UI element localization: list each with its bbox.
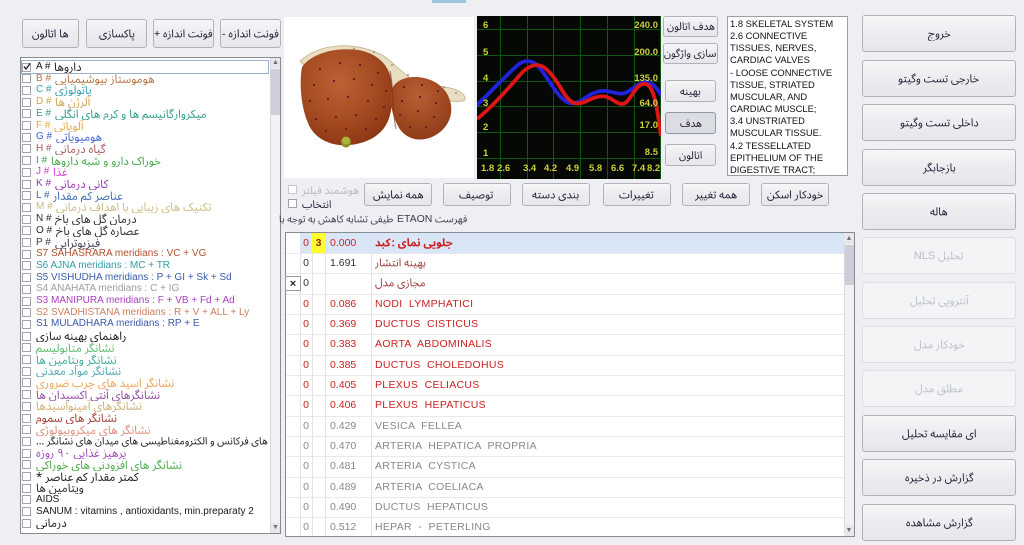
svg-text:135.0: 135.0 xyxy=(634,73,658,84)
svg-text:5.8: 5.8 xyxy=(589,163,602,174)
svg-text:4: 4 xyxy=(483,73,489,84)
svg-text:8.5: 8.5 xyxy=(645,147,659,158)
svg-text:5: 5 xyxy=(483,47,489,58)
svg-text:1: 1 xyxy=(483,148,489,159)
svg-text:8.2: 8.2 xyxy=(647,163,660,174)
svg-text:7.4: 7.4 xyxy=(632,163,646,174)
svg-text:6.6: 6.6 xyxy=(611,163,624,174)
svg-text:4.2: 4.2 xyxy=(544,163,557,174)
svg-text:3: 3 xyxy=(483,98,488,109)
svg-text:2.6: 2.6 xyxy=(497,163,510,174)
svg-text:3.4: 3.4 xyxy=(523,163,537,174)
svg-text:17.0: 17.0 xyxy=(640,120,659,131)
svg-text:2: 2 xyxy=(483,122,488,133)
svg-text:1.8: 1.8 xyxy=(481,163,494,174)
svg-text:4.9: 4.9 xyxy=(566,163,579,174)
svg-text:200.0: 200.0 xyxy=(634,47,658,58)
svg-text:64.0: 64.0 xyxy=(640,98,659,109)
svg-text:6: 6 xyxy=(483,20,488,31)
svg-text:240.0: 240.0 xyxy=(634,20,658,31)
